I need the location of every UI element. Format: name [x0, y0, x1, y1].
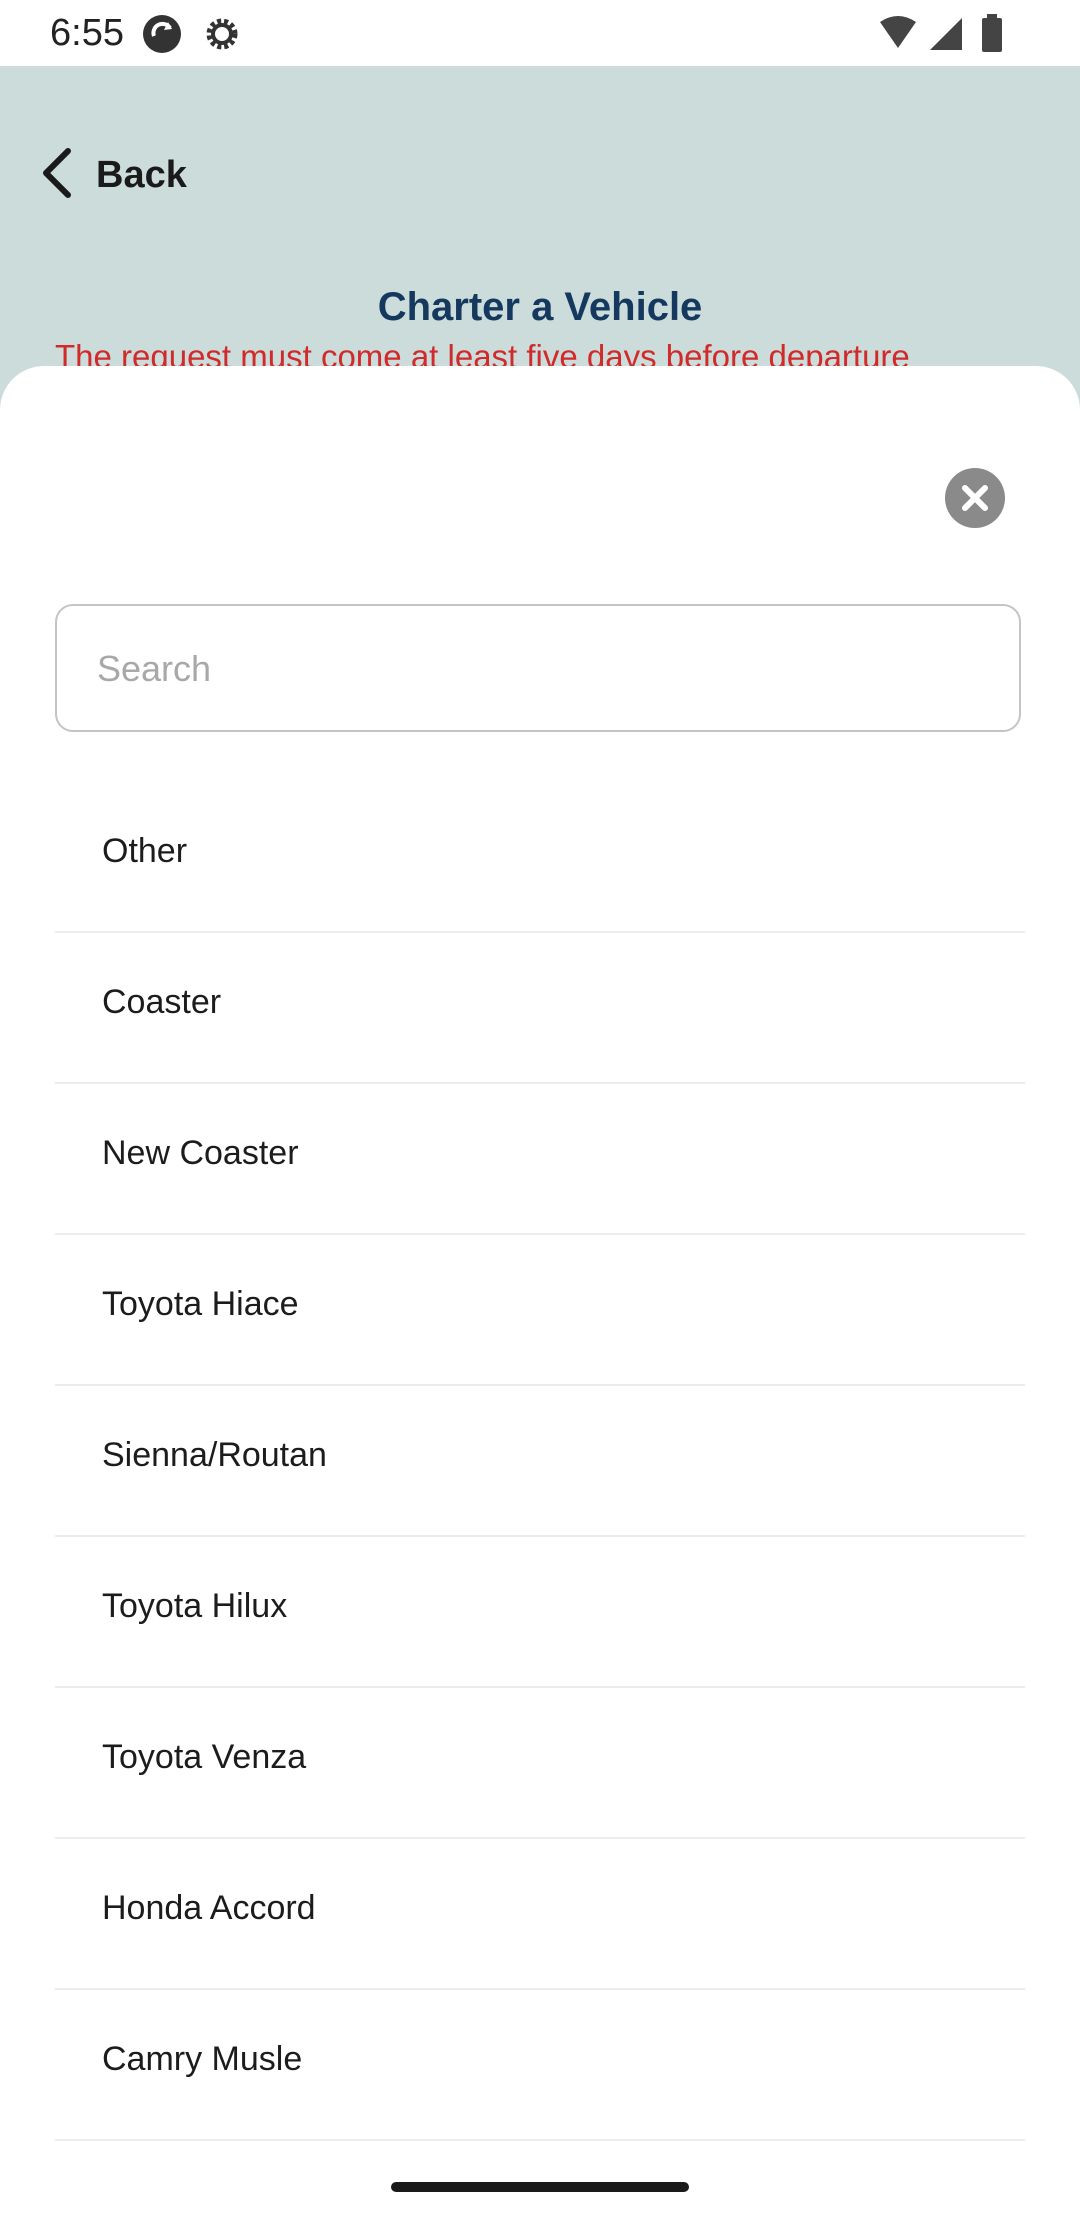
back-button[interactable]: Back [36, 140, 187, 210]
list-item-label: Toyota Hilux [102, 1587, 288, 1625]
settings-gear-icon [200, 12, 244, 61]
search-input[interactable] [95, 606, 979, 732]
vehicle-picker-sheet: Other Coaster New Coaster Toyota Hiace S… [0, 366, 1080, 2220]
list-item[interactable]: Coaster [55, 933, 1025, 1084]
close-button[interactable] [945, 468, 1005, 528]
list-item-label: Sienna/Routan [102, 1436, 327, 1474]
list-item-label: New Coaster [102, 1134, 299, 1172]
chevron-left-icon [36, 147, 76, 204]
list-item[interactable]: Sienna/Routan [55, 1386, 1025, 1537]
sync-app-icon [140, 12, 184, 61]
back-label: Back [96, 153, 187, 196]
list-item[interactable]: Other [55, 782, 1025, 933]
list-item[interactable]: Camry Musle [55, 1990, 1025, 2141]
list-item-label: Toyota Venza [102, 1738, 307, 1776]
close-icon [945, 485, 1005, 532]
vehicle-list: Other Coaster New Coaster Toyota Hiace S… [55, 782, 1025, 2141]
status-bar: 6:55 [0, 0, 1080, 66]
list-item-label: Camry Musle [102, 2040, 303, 2078]
home-indicator[interactable] [391, 2182, 689, 2192]
search-box [55, 604, 1021, 732]
list-item[interactable]: Toyota Hilux [55, 1537, 1025, 1688]
list-item[interactable]: Toyota Hiace [55, 1235, 1025, 1386]
list-item-label: Other [102, 832, 188, 870]
list-item[interactable]: Toyota Venza [55, 1688, 1025, 1839]
list-item[interactable]: New Coaster [55, 1084, 1025, 1235]
page-title: Charter a Vehicle [377, 285, 703, 329]
list-item-label: Toyota Hiace [102, 1285, 299, 1323]
list-item[interactable]: Honda Accord [55, 1839, 1025, 1990]
list-item-label: Honda Accord [102, 1889, 316, 1927]
wifi-icon [878, 16, 918, 57]
cell-signal-icon [928, 16, 964, 57]
list-item-label: Coaster [102, 983, 222, 1021]
status-time: 6:55 [50, 12, 124, 54]
battery-icon [980, 14, 1004, 57]
